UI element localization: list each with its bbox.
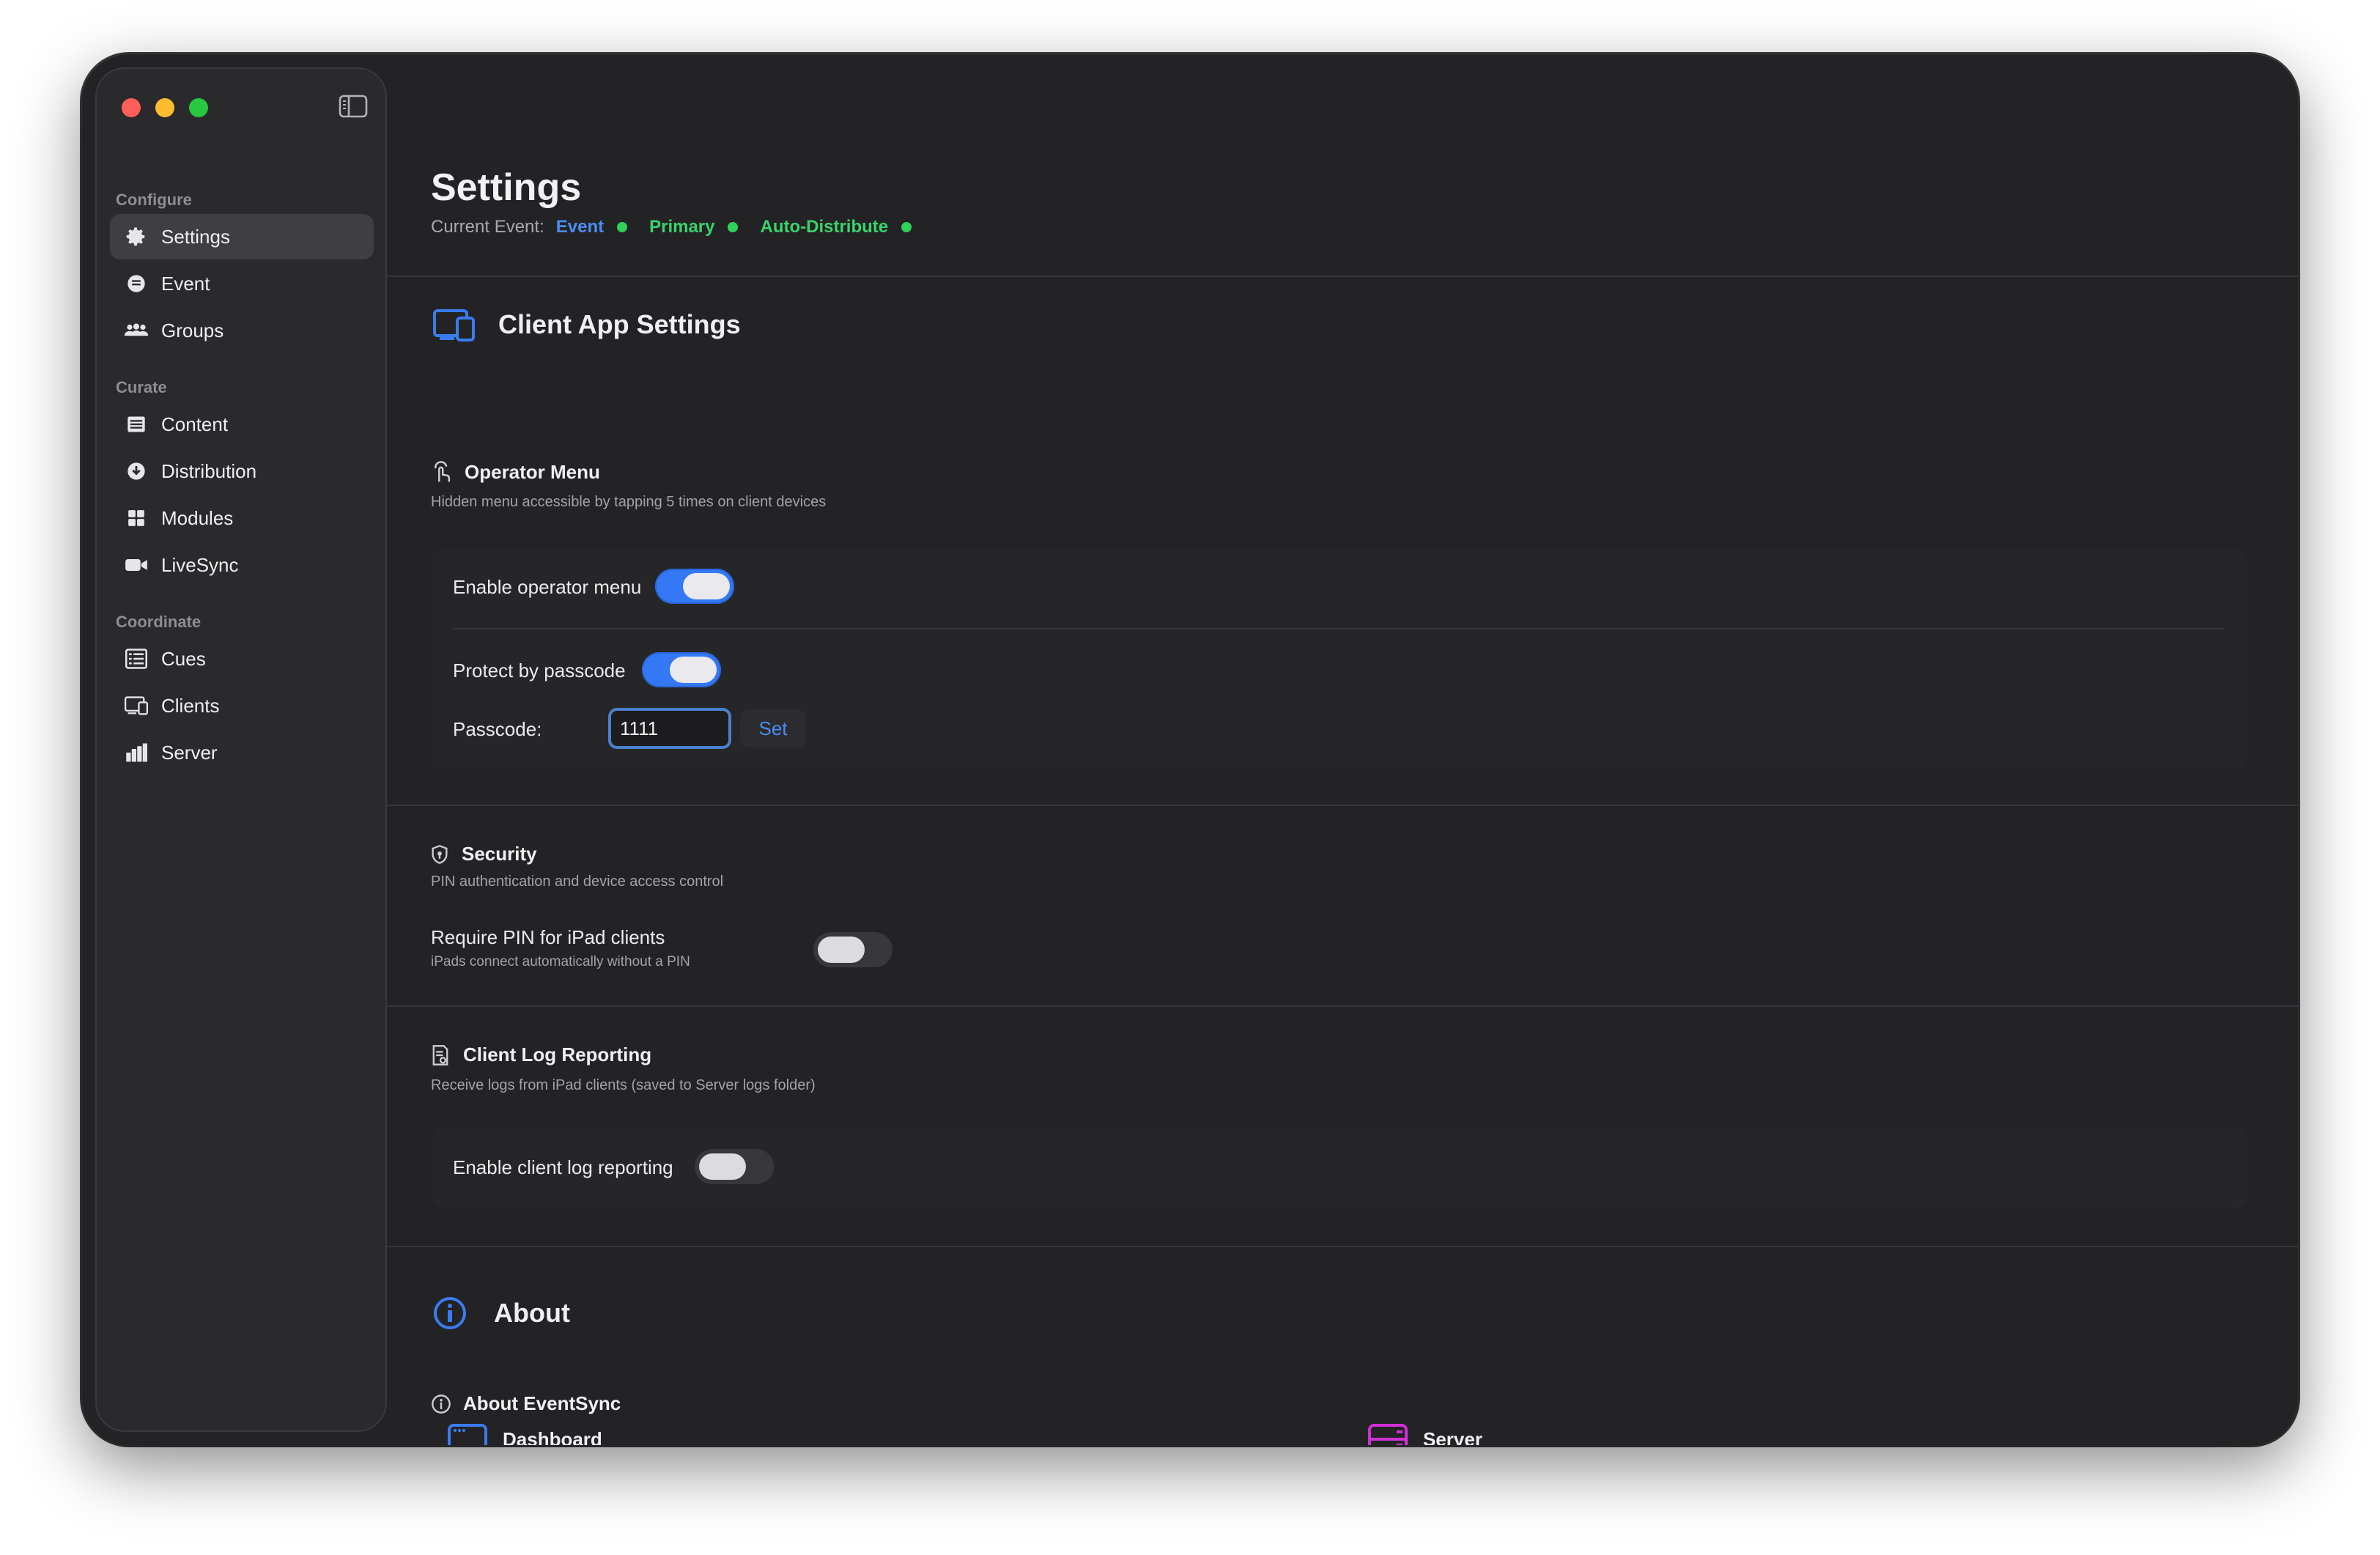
sidebar-item-content[interactable]: Content <box>110 402 374 447</box>
section-title: About <box>494 1298 570 1328</box>
devices-icon <box>433 309 475 341</box>
event-icon <box>123 270 149 297</box>
video-icon <box>123 552 149 578</box>
sidebar-item-label: Cues <box>161 647 206 670</box>
gear-icon <box>123 224 149 250</box>
require-pin-toggle[interactable] <box>813 932 892 967</box>
operator-menu-heading: Operator Menu <box>431 460 600 484</box>
info-circle-icon <box>432 1394 451 1414</box>
sidebar-item-label: Groups <box>161 319 224 341</box>
client-app-settings-heading: Client App Settings <box>432 308 741 341</box>
sidebar-section-configure: Configure <box>116 191 192 209</box>
log-reporting-card: Enable client log reporting <box>431 1127 2248 1208</box>
subsection-title: Client Log Reporting <box>463 1044 652 1065</box>
section-divider <box>387 805 2298 806</box>
grid-icon <box>123 505 149 531</box>
sidebar-item-event[interactable]: Event <box>110 261 374 306</box>
sidebar-section-curate: Curate <box>116 378 167 396</box>
subsection-title: About EventSync <box>463 1392 621 1414</box>
log-reporting-description: Receive logs from iPad clients (saved to… <box>431 1077 816 1093</box>
content-icon <box>123 411 149 437</box>
sidebar-item-modules[interactable]: Modules <box>110 495 374 541</box>
sidebar-item-label: Settings <box>161 225 230 248</box>
auto-distribute-tag[interactable]: Auto-Distribute <box>760 217 888 237</box>
sidebar-item-settings[interactable]: Settings <box>110 214 374 259</box>
protect-passcode-toggle[interactable] <box>642 652 721 687</box>
primary-tag[interactable]: Primary <box>649 217 714 237</box>
require-pin-label: Require PIN for iPad clients <box>431 926 665 948</box>
sidebar-toggle-icon[interactable] <box>339 94 368 119</box>
download-icon <box>123 458 149 484</box>
about-card-server[interactable]: Server <box>1367 1423 1482 1445</box>
current-event-label: Current Event: <box>431 217 544 237</box>
hand-tap-icon <box>435 461 451 482</box>
event-status-dot <box>617 222 628 232</box>
sidebar-item-livesync[interactable]: LiveSync <box>110 542 374 588</box>
about-card-label: Dashboard <box>503 1427 602 1446</box>
header-divider <box>387 276 2298 277</box>
sidebar-item-label: LiveSync <box>161 553 239 576</box>
enable-log-reporting-label: Enable client log reporting <box>453 1156 673 1178</box>
subsection-title: Security <box>462 843 537 865</box>
minimize-window-button[interactable] <box>155 98 174 117</box>
operator-menu-description: Hidden menu accessible by tapping 5 time… <box>431 494 827 510</box>
set-passcode-button[interactable]: Set <box>740 709 806 747</box>
info-icon <box>434 1297 466 1329</box>
security-heading: Security <box>431 843 537 865</box>
sidebar-item-label: Distribution <box>161 459 257 482</box>
sidebar-item-clients[interactable]: Clients <box>110 683 374 728</box>
card-divider <box>453 628 2223 629</box>
sidebar-item-label: Modules <box>161 506 234 529</box>
enable-log-reporting-toggle[interactable] <box>695 1149 774 1184</box>
main-content: Settings Current Event: Event Primary Au… <box>387 54 2298 1445</box>
sidebar-item-distribution[interactable]: Distribution <box>110 448 374 494</box>
require-pin-sublabel: iPads connect automatically without a PI… <box>431 954 690 969</box>
enable-operator-menu-toggle[interactable] <box>655 569 734 604</box>
sidebar-section-coordinate: Coordinate <box>116 613 202 631</box>
section-divider <box>387 1246 2298 1247</box>
sidebar: Configure Settings Event Groups Curate C… <box>95 67 387 1432</box>
passcode-label: Passcode: <box>453 718 542 740</box>
close-window-button[interactable] <box>122 98 141 117</box>
current-event-bar: Current Event: Event Primary Auto-Distri… <box>431 217 925 237</box>
page-title: Settings <box>431 166 582 209</box>
log-document-icon <box>432 1044 448 1065</box>
about-eventsync-heading: About EventSync <box>431 1392 621 1415</box>
shield-icon <box>432 844 448 864</box>
zoom-window-button[interactable] <box>189 98 208 117</box>
section-title: Client App Settings <box>498 309 741 339</box>
server-icon <box>1368 1424 1408 1445</box>
log-reporting-heading: Client Log Reporting <box>431 1044 651 1066</box>
enable-operator-menu-label: Enable operator menu <box>453 576 642 598</box>
sidebar-item-label: Clients <box>161 694 220 717</box>
sidebar-item-label: Server <box>161 741 218 764</box>
primary-status-dot <box>728 222 739 232</box>
list-icon <box>123 646 149 672</box>
passcode-input[interactable] <box>608 708 731 749</box>
about-card-dashboard[interactable]: Dashboard <box>447 1423 602 1445</box>
event-tag[interactable]: Event <box>556 217 604 237</box>
sidebar-item-groups[interactable]: Groups <box>110 308 374 353</box>
clients-icon <box>123 692 149 719</box>
app-window: Configure Settings Event Groups Curate C… <box>82 54 2298 1445</box>
section-divider <box>387 1005 2298 1007</box>
subsection-title: Operator Menu <box>465 460 600 483</box>
sidebar-item-cues[interactable]: Cues <box>110 636 374 682</box>
operator-menu-card: Enable operator menu Protect by passcode… <box>431 550 2248 769</box>
protect-passcode-label: Protect by passcode <box>453 660 626 682</box>
people-icon <box>123 317 149 344</box>
dashboard-icon <box>448 1424 487 1445</box>
sidebar-item-label: Content <box>161 413 229 435</box>
sidebar-item-server[interactable]: Server <box>110 730 374 775</box>
about-card-label: Server <box>1423 1427 1482 1446</box>
about-heading: About <box>432 1296 570 1331</box>
chart-icon <box>123 739 149 766</box>
sidebar-item-label: Event <box>161 272 210 295</box>
auto-distribute-status-dot <box>901 222 912 232</box>
security-description: PIN authentication and device access con… <box>431 873 724 890</box>
